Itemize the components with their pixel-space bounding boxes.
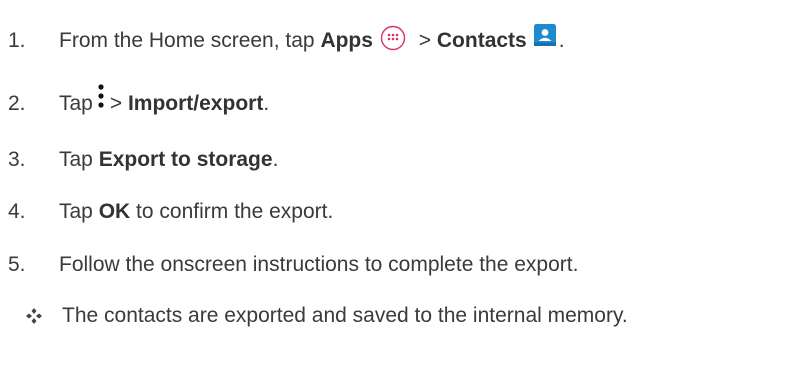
step-text-segment: Tap	[59, 92, 93, 115]
step-text-segment: >	[109, 92, 128, 115]
step-text-segment: .	[272, 148, 279, 171]
export-to-storage-label: Export to storage	[98, 148, 273, 171]
step-text: Tap OK to confirm the export.	[59, 200, 333, 224]
step-text: Tap Export to storage .	[59, 148, 278, 172]
step-number: 2.	[8, 92, 26, 115]
step-text-segment: From the Home screen, tap	[59, 29, 321, 52]
step-text-segment: .	[263, 92, 270, 115]
contacts-icon	[533, 23, 557, 47]
step-number: 3.	[8, 148, 26, 171]
apps-icon	[380, 25, 406, 51]
menu-dots-icon	[97, 81, 105, 111]
ok-label: OK	[98, 200, 131, 223]
step-text-segment: Tap	[59, 148, 99, 171]
step-number: 5.	[8, 253, 26, 276]
step-text-segment: to confirm the export.	[130, 200, 334, 223]
apps-label: Apps	[320, 29, 373, 52]
step-text: Tap > Import/export .	[59, 84, 270, 119]
step-text-segment: >	[412, 29, 437, 52]
step-text-segment: .	[558, 29, 565, 52]
import-export-label: Import/export	[127, 92, 264, 115]
diamond-bullet-icon	[23, 305, 45, 327]
step-number: 1.	[8, 29, 26, 52]
step-number: 4.	[8, 200, 26, 223]
step-text: From the Home screen, tap Apps > Contact…	[59, 24, 565, 54]
note-text: The contacts are exported and saved to t…	[62, 304, 628, 327]
contacts-label: Contacts	[436, 29, 527, 52]
step-text-segment: Tap	[59, 200, 99, 223]
step-text: Follow the onscreen instructions to comp…	[59, 253, 579, 276]
